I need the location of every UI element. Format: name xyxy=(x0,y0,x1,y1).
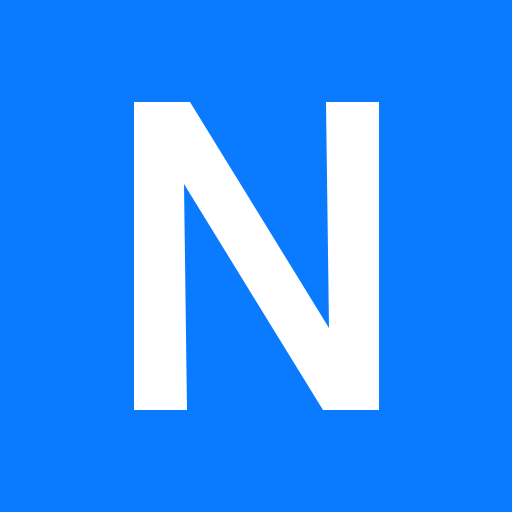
app-icon-tile xyxy=(0,0,512,512)
n-letter-glyph xyxy=(134,102,379,410)
n-logo-icon xyxy=(134,102,379,410)
